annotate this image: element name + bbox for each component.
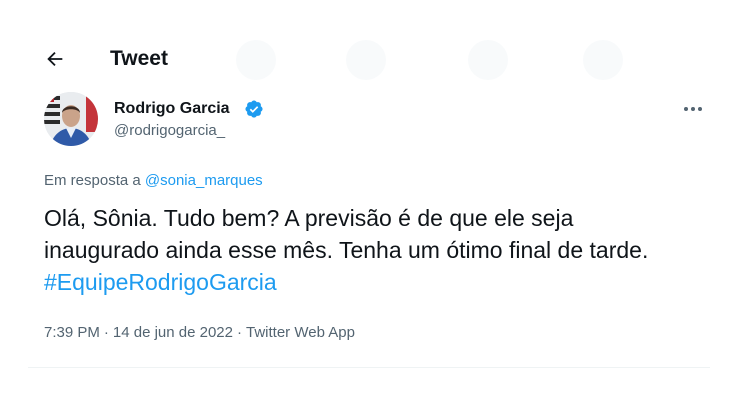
more-options-button[interactable] xyxy=(678,98,708,120)
tweet-date[interactable]: 14 de jun de 2022 xyxy=(113,324,233,341)
meta-separator: · xyxy=(103,324,109,341)
faded-background-circle xyxy=(468,40,508,80)
author-handle[interactable]: @rodrigogarcia_ xyxy=(114,122,225,139)
more-horizontal-icon-dot xyxy=(698,107,702,111)
header: Tweet xyxy=(28,22,710,96)
more-horizontal-icon xyxy=(684,107,688,111)
tweet-time[interactable]: 7:39 PM xyxy=(44,324,100,341)
tweet-card: Tweet Rodrigo Garcia @rodrigogarcia_ Em … xyxy=(28,22,710,368)
reply-mention-link[interactable]: @sonia_marques xyxy=(145,172,263,189)
author-name[interactable]: Rodrigo Garcia xyxy=(114,100,230,118)
page-title: Tweet xyxy=(110,47,168,70)
tweet-body: Olá, Sônia. Tudo bem? A previsão é de qu… xyxy=(44,205,649,263)
faded-background-circle xyxy=(346,40,386,80)
avatar-photo-icon xyxy=(44,92,98,146)
tweet-source-app[interactable]: Twitter Web App xyxy=(246,324,355,341)
arrow-left-icon xyxy=(47,51,63,67)
back-button[interactable] xyxy=(38,42,72,76)
tweet-meta: 7:39 PM · 14 de jun de 2022 · Twitter Web Ap… xyxy=(44,324,355,341)
reply-prefix: Em resposta a xyxy=(44,172,141,189)
verified-badge-icon xyxy=(245,100,263,118)
tweet-text: Olá, Sônia. Tudo bem? A previsão é de qu… xyxy=(44,202,694,298)
hashtag-link[interactable]: #EquipeRodrigoGarcia xyxy=(44,269,277,295)
more-horizontal-icon-dot xyxy=(691,107,695,111)
reply-context: Em resposta a @sonia_marques xyxy=(44,172,263,189)
faded-background-circle xyxy=(583,40,623,80)
faded-background-circle xyxy=(236,40,276,80)
avatar[interactable] xyxy=(44,92,98,146)
meta-separator: · xyxy=(237,324,242,341)
